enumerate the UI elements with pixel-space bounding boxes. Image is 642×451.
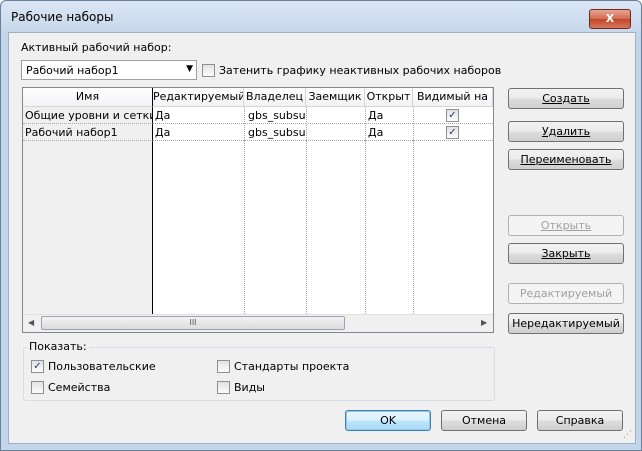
delete-button[interactable]: Удалить <box>508 121 624 142</box>
row-name-cell[interactable]: Рабочий набор1 <box>23 124 153 141</box>
ok-button[interactable]: OK <box>345 410 431 431</box>
row-owner-cell[interactable]: gbs_subsu <box>244 107 306 124</box>
active-workset-value: Рабочий набор1 <box>26 64 119 77</box>
worksets-table: Имя Редактируемый Владелец Заемщик Откры… <box>22 87 494 333</box>
open-button[interactable]: Открыть <box>508 215 624 236</box>
editable-label: Редактируемый <box>519 287 613 300</box>
delete-label: Удалить <box>541 125 591 138</box>
rename-label: Переименовать <box>520 153 612 166</box>
row-visible-checkbox[interactable]: ✓ <box>446 126 459 139</box>
close-workset-button[interactable]: Закрыть <box>508 243 624 264</box>
scroll-left-icon[interactable]: ◀ <box>28 318 34 327</box>
dialog-title: Рабочие наборы <box>11 10 114 24</box>
row-open-cell[interactable]: Да <box>365 124 413 141</box>
scroll-grip-icon: III <box>189 318 197 327</box>
create-button[interactable]: Создать <box>508 88 624 109</box>
row-visible-cell: ✓ <box>413 107 493 124</box>
close-window-button[interactable]: X <box>589 9 631 29</box>
user-worksets-checkbox[interactable]: ✓ <box>31 360 44 373</box>
families-checkbox[interactable] <box>31 381 44 394</box>
row-editable-cell[interactable]: Да <box>153 107 244 124</box>
active-workset-dropdown[interactable]: Рабочий набор1 ▼ <box>21 60 197 80</box>
row-editable-cell[interactable]: Да <box>153 124 244 141</box>
row-visible-checkbox[interactable]: ✓ <box>446 109 459 122</box>
show-group: ✓ Пользовательские Семейства Стандарты п… <box>23 347 495 401</box>
scroll-right-icon[interactable]: ▶ <box>481 318 487 327</box>
column-header-editable[interactable]: Редактируемый <box>153 88 244 107</box>
help-button[interactable]: Справка <box>537 410 623 431</box>
row-borrower-cell[interactable] <box>306 107 365 124</box>
dialog-body: Активный рабочий набор: Рабочий набор1 ▼… <box>8 32 636 444</box>
row-name-cell[interactable]: Общие уровни и сетки <box>23 107 153 124</box>
show-group-label: Показать: <box>27 340 89 353</box>
title-bar: Рабочие наборы X <box>1 1 641 31</box>
project-standards-label: Стандарты проекта <box>234 360 350 373</box>
families-label: Семейства <box>48 381 111 394</box>
column-header-open[interactable]: Открыт <box>365 88 413 107</box>
row-open-cell[interactable]: Да <box>365 107 413 124</box>
noneditable-label: Нередактируемый <box>512 317 620 330</box>
open-label: Открыть <box>540 219 592 232</box>
row-owner-cell[interactable]: gbs_subsu <box>244 124 306 141</box>
close-label: Закрыть <box>541 247 591 260</box>
cancel-button[interactable]: Отмена <box>441 410 527 431</box>
dim-inactive-checkbox[interactable] <box>202 64 215 77</box>
views-checkbox[interactable] <box>217 381 230 394</box>
make-noneditable-button[interactable]: Нередактируемый <box>508 313 624 334</box>
make-editable-button[interactable]: Редактируемый <box>508 283 624 304</box>
column-header-visible[interactable]: Видимый на <box>413 88 493 107</box>
dim-inactive-label: Затенить графику неактивных рабочих набо… <box>219 64 502 77</box>
user-worksets-label: Пользовательские <box>48 360 156 373</box>
views-label: Виды <box>234 381 265 394</box>
row-borrower-cell[interactable] <box>306 124 365 141</box>
resize-grip-icon[interactable]: ⋰ <box>623 430 632 440</box>
rename-button[interactable]: Переименовать <box>508 149 624 170</box>
column-header-owner[interactable]: Владелец <box>244 88 306 107</box>
chevron-down-icon: ▼ <box>186 64 193 74</box>
workset-dialog: Рабочие наборы X Активный рабочий набор:… <box>0 0 642 451</box>
scroll-thumb[interactable]: III <box>41 316 345 330</box>
project-standards-checkbox[interactable] <box>217 360 230 373</box>
active-workset-label: Активный рабочий набор: <box>21 41 172 54</box>
row-visible-cell: ✓ <box>413 124 493 141</box>
horizontal-scrollbar[interactable]: ◀ III ▶ <box>23 314 493 332</box>
create-label: Создать <box>542 92 590 105</box>
column-header-borrower[interactable]: Заемщик <box>306 88 365 107</box>
column-header-name[interactable]: Имя <box>23 88 153 107</box>
